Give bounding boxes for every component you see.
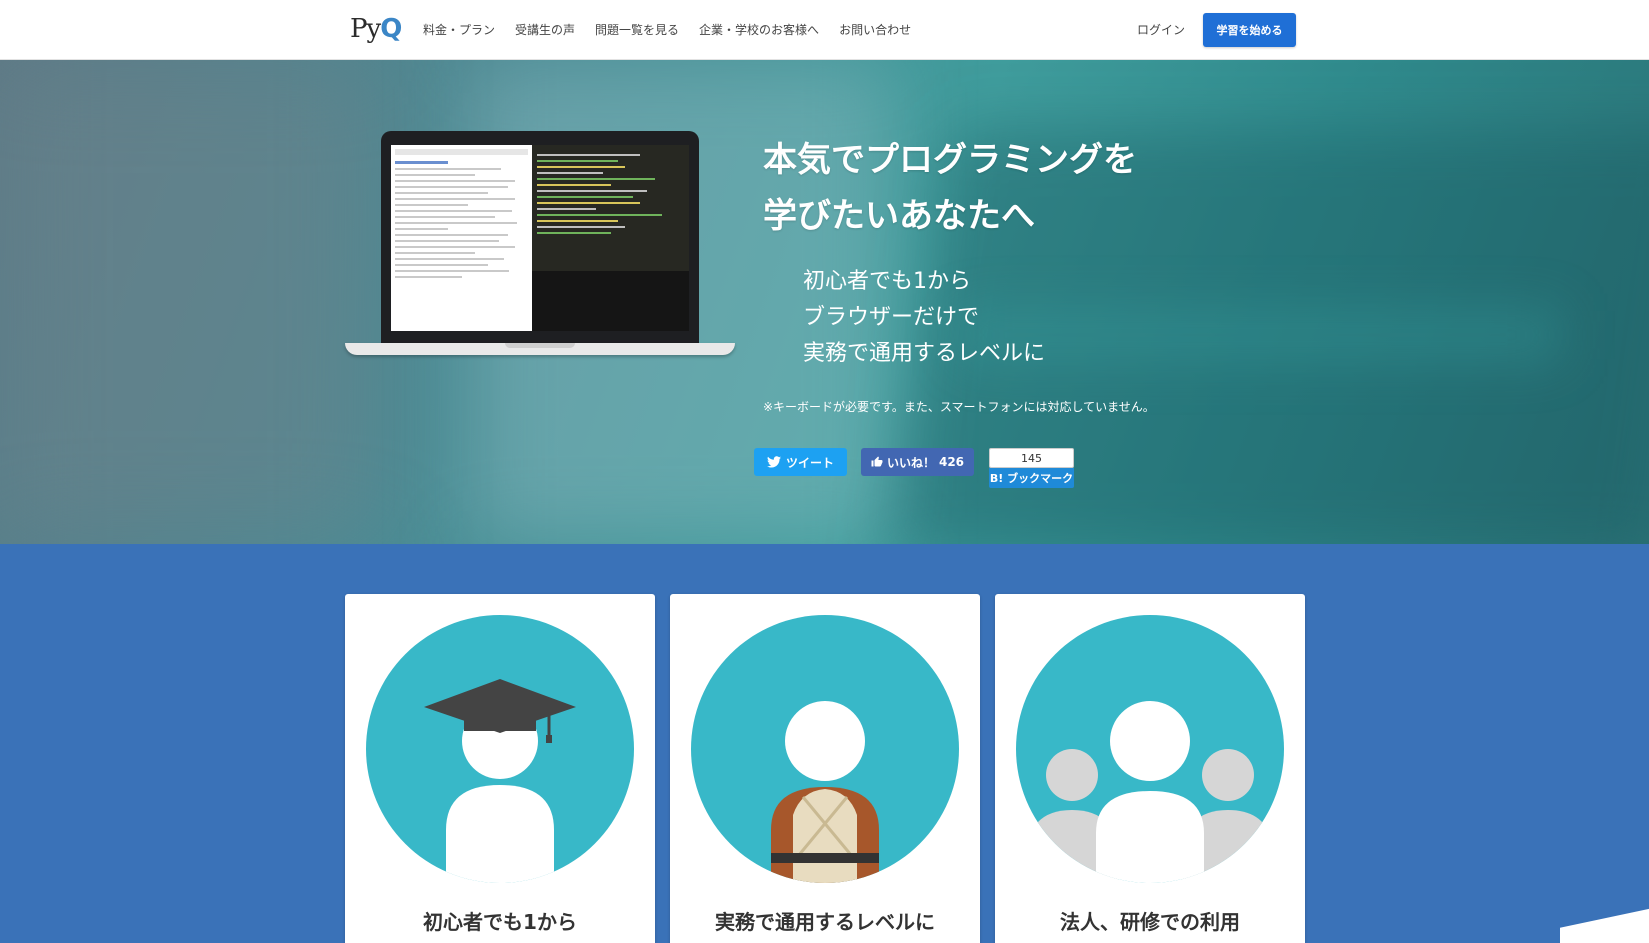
hero-background-blur [960, 310, 1560, 360]
hero-subtitle: 初心者でも1から ブラウザーだけで 実務で通用するレベルに [803, 264, 1045, 372]
hero-subtitle-line: 実務で通用するレベルに [803, 341, 1046, 366]
tweet-label: ツイート [785, 455, 834, 470]
preview-terminal-pane [532, 271, 689, 331]
card-title: 法人、研修での利用 [1060, 910, 1240, 934]
start-learning-button[interactable]: 学習を始める [1203, 13, 1296, 47]
nav-testimonials[interactable]: 受講生の声 [515, 21, 575, 38]
card-title: 実務で通用するレベルに [715, 910, 935, 934]
nav-problem-list[interactable]: 問題一覧を見る [595, 21, 679, 38]
logo-text-q: Q [380, 14, 402, 44]
login-link[interactable]: ログイン [1137, 21, 1185, 38]
pyq-logo[interactable]: PyQ [350, 14, 406, 46]
like-label: いいね！ [886, 455, 935, 470]
hero-title-line: 本気でプログラミングを [763, 140, 1137, 180]
decorative-corner [1560, 902, 1649, 943]
hatena-bookmark-count: 145 [989, 448, 1074, 468]
logo-text: PyQ [350, 14, 402, 44]
keyboard-note: ※キーボードが必要です。また、スマートフォンには対応していません。 [763, 400, 1155, 414]
site-header: PyQ 料金・プラン 受講生の声 問題一覧を見る 企業・学校のお客様へ お問い合… [0, 0, 1649, 60]
laptop-app-preview [391, 145, 689, 331]
graduate-icon [366, 615, 634, 883]
feature-card-professional[interactable] [670, 594, 980, 943]
main-nav: 料金・プラン 受講生の声 問題一覧を見る 企業・学校のお客様へ お問い合わせ [423, 21, 911, 38]
logo-text-part: Py [350, 14, 381, 44]
hero-background-blur [0, 60, 380, 544]
thumbs-up-icon [871, 456, 883, 467]
professional-icon [691, 615, 959, 883]
feature-card-beginner[interactable] [345, 594, 655, 943]
preview-code-pane [532, 145, 689, 331]
laptop-notch [505, 343, 575, 348]
nav-contact[interactable]: お問い合わせ [839, 21, 911, 38]
hatena-bookmark-button[interactable]: B! ブックマーク [989, 468, 1074, 488]
professional-illustration [771, 701, 879, 883]
facebook-like-button[interactable]: いいね！ 426 [861, 448, 974, 476]
hero-subtitle-line: 初心者でも1から [803, 269, 971, 294]
group-illustration [1026, 701, 1274, 883]
like-count: 426 [938, 455, 965, 469]
card-title: 初心者でも1から [423, 910, 577, 934]
hero-title: 本気でプログラミングを 学びたいあなたへ [763, 132, 1137, 244]
nav-for-business[interactable]: 企業・学校のお客様へ [699, 21, 819, 38]
laptop-screenshot [345, 131, 735, 357]
tweet-button[interactable]: ツイート [754, 448, 847, 476]
group-icon [1016, 615, 1284, 883]
preview-document-pane [391, 145, 532, 331]
laptop-screen [381, 131, 699, 345]
hero-subtitle-line: ブラウザーだけで [803, 305, 980, 330]
hero-title-line: 学びたいあなたへ [763, 196, 1035, 236]
twitter-bird-icon [766, 456, 781, 468]
feature-card-business[interactable] [995, 594, 1305, 943]
nav-pricing[interactable]: 料金・プラン [423, 21, 495, 38]
graduate-illustration [424, 679, 576, 883]
